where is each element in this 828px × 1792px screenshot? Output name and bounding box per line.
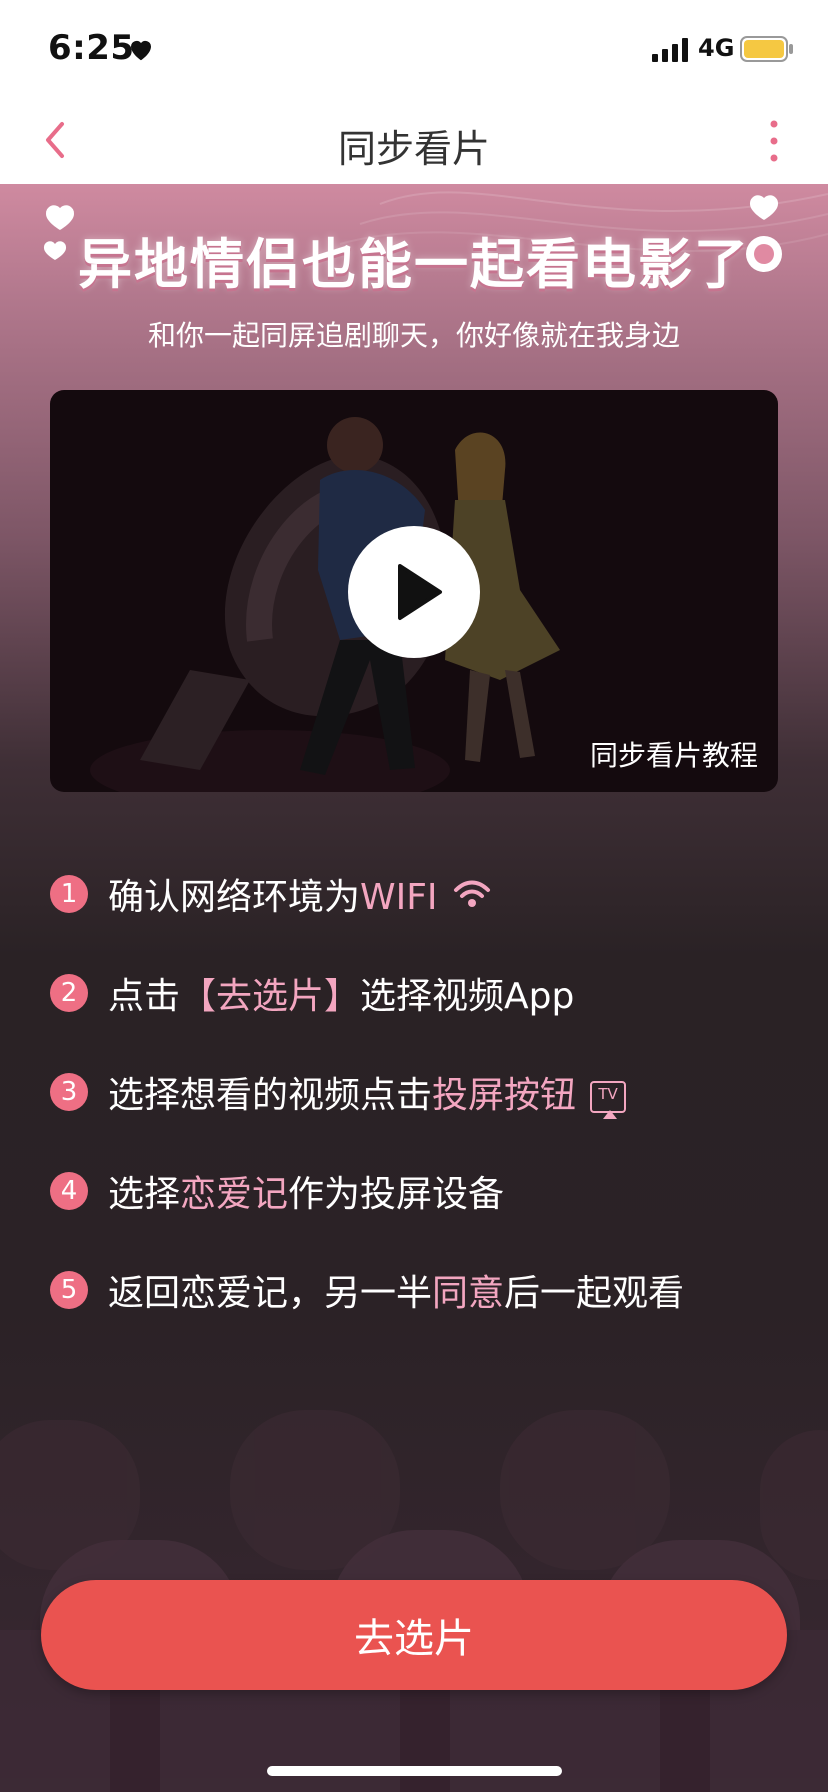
step-highlight: 同意: [432, 1272, 505, 1314]
status-time: 6:25: [48, 28, 135, 68]
step-text-part: 后一起观看: [504, 1272, 685, 1314]
signal-icon: [652, 38, 688, 62]
hero-section: 异地情侣也能一起看电影了 和你一起同屏追剧聊天，你好像就在我身边 同步看片教程: [0, 184, 828, 1792]
step-number-badge: 2: [50, 973, 88, 1012]
step-item: 5 返回恋爱记，另一半同意后一起观看: [50, 1240, 790, 1339]
step-text-part: 点击: [108, 975, 181, 1017]
step-highlight: 【去选片】: [180, 975, 361, 1017]
step-number-badge: 1: [50, 874, 88, 913]
step-text-part: 返回恋爱记，另一半: [108, 1272, 433, 1314]
choose-video-button[interactable]: 去选片: [41, 1580, 787, 1690]
step-number-badge: 5: [50, 1270, 88, 1309]
step-text-part: 选择想看的视频点击: [108, 1074, 433, 1116]
cast-tv-label: TV: [598, 1084, 618, 1103]
play-button[interactable]: [348, 526, 480, 658]
more-options-icon[interactable]: [768, 118, 780, 164]
step-text: 返回恋爱记，另一半同意后一起观看: [108, 1264, 684, 1316]
step-text: 确认网络环境为WIFI: [108, 868, 492, 920]
step-highlight: 恋爱记: [180, 1173, 289, 1215]
step-highlight: WIFI: [360, 876, 438, 918]
play-icon: [398, 564, 442, 620]
step-text-part: 选择视频App: [360, 975, 575, 1017]
page-title: 同步看片: [337, 127, 490, 171]
step-item: 2 点击【去选片】选择视频App: [50, 943, 790, 1042]
network-type: 4G: [698, 34, 735, 62]
battery-icon: [740, 36, 793, 62]
cast-tv-icon: TV: [590, 1080, 627, 1119]
step-highlight: 投屏按钮: [432, 1074, 577, 1116]
status-bar: 6:25 4G: [0, 0, 828, 96]
step-text: 选择恋爱记作为投屏设备: [108, 1165, 504, 1217]
step-item: 3 选择想看的视频点击投屏按钮 TV: [50, 1042, 790, 1141]
tutorial-video[interactable]: 同步看片教程: [50, 390, 778, 792]
step-text-part: 作为投屏设备: [288, 1173, 505, 1215]
step-text-part: 选择: [108, 1173, 181, 1215]
step-number-badge: 3: [50, 1072, 88, 1111]
step-item: 1 确认网络环境为WIFI: [50, 844, 790, 943]
step-item: 4 选择恋爱记作为投屏设备: [50, 1141, 790, 1240]
hero-subtitle: 和你一起同屏追剧聊天，你好像就在我身边: [147, 319, 680, 352]
heart-icon: [131, 40, 151, 61]
cast-triangle-icon: [603, 1109, 618, 1119]
home-indicator: [267, 1766, 562, 1776]
video-caption: 同步看片教程: [589, 739, 758, 772]
step-text-part: 确认网络环境为: [108, 876, 361, 918]
nav-bar: 同步看片: [0, 96, 828, 184]
step-number-badge: 4: [50, 1171, 88, 1210]
wifi-icon: [452, 878, 492, 919]
step-text: 点击【去选片】选择视频App: [108, 967, 574, 1019]
step-text: 选择想看的视频点击投屏按钮 TV: [108, 1066, 627, 1119]
steps-list: 1 确认网络环境为WIFI 2 点击【去选片】选择视频App 3 选择想看的视频点击投屏按…: [50, 844, 790, 1339]
hero-title: 异地情侣也能一起看电影了: [78, 233, 750, 296]
